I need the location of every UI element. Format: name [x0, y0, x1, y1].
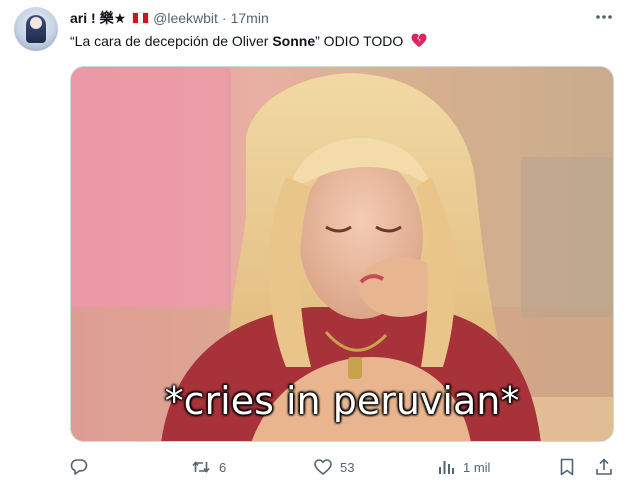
- bookmark-icon: [559, 458, 575, 476]
- like-count: 53: [340, 459, 355, 475]
- views-icon: [437, 458, 455, 476]
- retweet-button[interactable]: 6: [191, 456, 226, 478]
- display-name[interactable]: ari ! 樂★: [70, 8, 126, 28]
- share-button[interactable]: [595, 456, 613, 478]
- share-icon: [595, 458, 613, 476]
- tweet-text-bold: Sonne: [272, 33, 316, 49]
- tweet[interactable]: ari ! 樂★ @leekwbit · 17min “La cara de d…: [0, 0, 640, 489]
- retweet-count: 6: [219, 459, 227, 475]
- avatar[interactable]: [14, 7, 58, 51]
- broken-heart-icon: [411, 33, 427, 52]
- tweet-media[interactable]: *cries in peruvian*: [70, 66, 614, 442]
- tweet-text: “La cara de decepción de Oliver Sonne” O…: [70, 32, 427, 52]
- reply-button[interactable]: [70, 456, 96, 478]
- views-count: 1 mil: [463, 459, 491, 475]
- more-options-icon[interactable]: [594, 10, 614, 26]
- bookmark-button[interactable]: [559, 456, 575, 478]
- views-button[interactable]: 1 mil: [437, 456, 490, 478]
- action-bar: 6 53 1 mil: [70, 456, 614, 478]
- tweet-text-end: ” ODIO TODO: [315, 33, 404, 49]
- user-handle[interactable]: @leekwbit: [153, 10, 218, 26]
- avatar-face: [30, 17, 42, 29]
- tweet-header: ari ! 樂★ @leekwbit · 17min: [70, 9, 269, 27]
- reply-icon: [70, 458, 88, 476]
- media-caption: *cries in peruvian*: [164, 379, 520, 423]
- timestamp[interactable]: 17min: [231, 10, 269, 26]
- like-button[interactable]: 53: [314, 456, 354, 478]
- separator-dot: ·: [221, 10, 227, 26]
- retweet-icon: [191, 458, 211, 476]
- peru-flag-icon: [132, 12, 150, 24]
- like-icon: [314, 459, 332, 475]
- tweet-text-start: “La cara de decepción de Oliver: [70, 33, 273, 49]
